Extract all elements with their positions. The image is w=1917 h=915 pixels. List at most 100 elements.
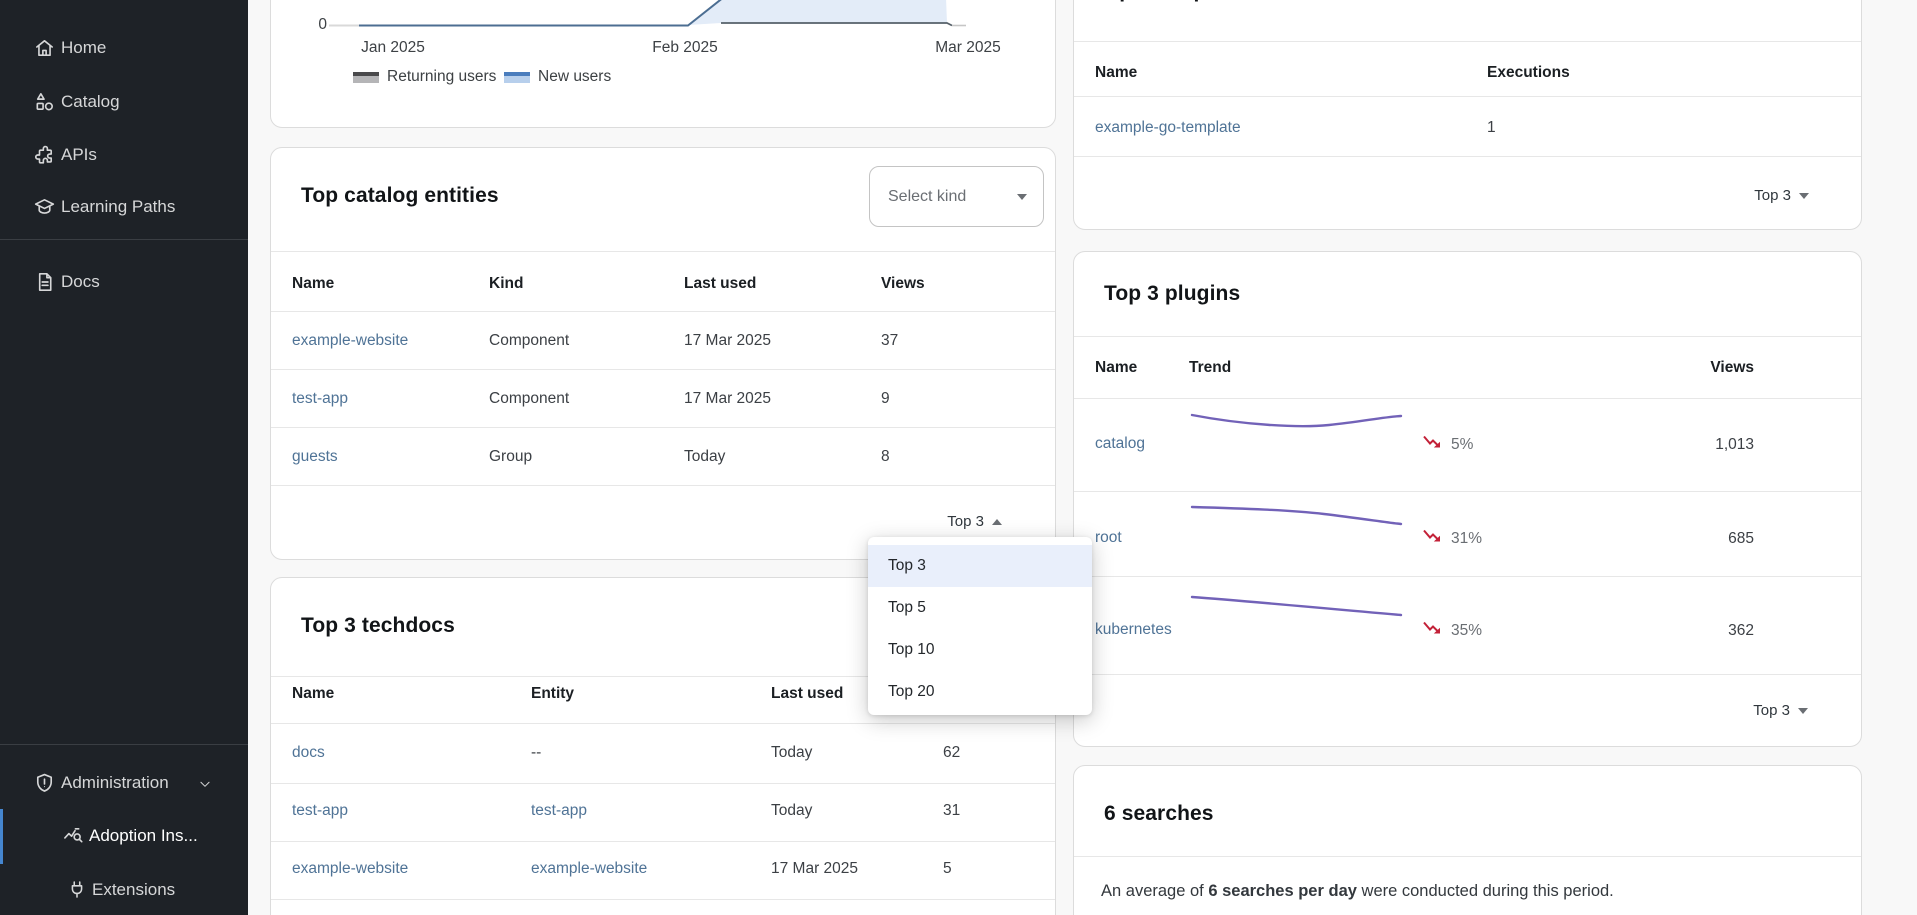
techdoc-views: 5 xyxy=(943,860,952,878)
x-axis-tick: Jan 2025 xyxy=(361,39,425,57)
template-name-link[interactable]: example-go-template xyxy=(1095,119,1241,137)
summary-suffix: were conducted during this period. xyxy=(1357,882,1614,900)
shield-icon xyxy=(33,772,56,795)
menu-item-top-3[interactable]: Top 3 xyxy=(868,545,1092,587)
searches-summary-text: An average of 6 searches per day were co… xyxy=(1101,882,1614,901)
techdoc-views: 31 xyxy=(943,802,960,820)
techdoc-name-link[interactable]: test-app xyxy=(292,802,348,820)
menu-item-top-20[interactable]: Top 20 xyxy=(868,671,1092,713)
select-kind-dropdown[interactable]: Select kind xyxy=(869,166,1044,227)
sidebar-item-label: Docs xyxy=(61,272,100,292)
sidebar-item-extensions[interactable]: Extensions xyxy=(0,866,248,914)
techdoc-entity-link[interactable]: test-app xyxy=(531,802,587,820)
entity-views: 9 xyxy=(881,390,890,408)
card-title: Top 3 templates xyxy=(1095,0,1255,3)
insights-icon xyxy=(62,825,85,848)
techdoc-entity-link[interactable]: example-website xyxy=(531,860,647,878)
trending-down-icon xyxy=(1422,527,1442,545)
techdoc-last-used: Today xyxy=(771,744,812,762)
sidebar-item-catalog[interactable]: Catalog xyxy=(0,78,248,126)
sidebar-item-docs[interactable]: Docs xyxy=(0,258,248,306)
sidebar-item-label: Home xyxy=(61,38,106,58)
caret-down-icon xyxy=(1017,194,1027,200)
top-n-select-value: Top 3 xyxy=(947,513,984,530)
card-title: Top 3 techdocs xyxy=(301,614,455,638)
techdoc-views: 62 xyxy=(943,744,960,762)
sidebar-item-label: Administration xyxy=(61,773,169,793)
techdoc-last-used: 17 Mar 2025 xyxy=(771,860,858,878)
y-axis-tick: 0 xyxy=(299,16,327,34)
techdoc-entity: -- xyxy=(531,744,541,762)
card-title: Top 3 plugins xyxy=(1104,282,1240,306)
trend-sparkline xyxy=(1189,588,1404,628)
card-title: 6 searches xyxy=(1104,802,1214,826)
column-header-trend: Trend xyxy=(1189,359,1231,377)
sidebar-item-adoption-insights[interactable]: Adoption Ins... xyxy=(0,812,248,860)
active-users-chart-card: 0 Jan 2025 Feb 2025 Mar 2025 Returning u… xyxy=(270,0,1056,128)
techdoc-last-used: Today xyxy=(771,802,812,820)
trend-sparkline xyxy=(1189,402,1404,442)
sidebar-item-label: APIs xyxy=(61,145,97,165)
plugin-name-link[interactable]: kubernetes xyxy=(1095,621,1172,639)
docs-icon xyxy=(33,271,56,294)
legend-label: New users xyxy=(538,68,611,86)
caret-down-icon xyxy=(1798,708,1808,714)
sidebar-item-apis[interactable]: APIs xyxy=(0,131,248,179)
plugin-views: 362 xyxy=(1728,622,1754,640)
caret-up-icon xyxy=(992,519,1002,525)
entity-name-link[interactable]: guests xyxy=(292,448,338,466)
top-n-select[interactable]: Top 3 xyxy=(1753,702,1808,719)
trend-delta: 5% xyxy=(1451,436,1473,454)
sidebar-divider xyxy=(0,744,248,745)
sidebar-item-home[interactable]: Home xyxy=(0,24,248,72)
x-axis-tick: Mar 2025 xyxy=(935,39,1000,57)
column-header-views: Views xyxy=(1710,359,1754,377)
sidebar-item-label: Catalog xyxy=(61,92,120,112)
trending-down-icon xyxy=(1422,619,1442,637)
column-header-executions: Executions xyxy=(1487,64,1570,82)
column-header-views: Views xyxy=(881,275,925,293)
column-header-entity: Entity xyxy=(531,685,574,703)
plugin-name-link[interactable]: root xyxy=(1095,529,1122,547)
techdoc-name-link[interactable]: example-website xyxy=(292,860,408,878)
trend-delta: 31% xyxy=(1451,530,1482,548)
home-icon xyxy=(33,37,56,60)
sidebar-item-administration[interactable]: Administration xyxy=(0,759,248,807)
sidebar-item-label: Adoption Ins... xyxy=(89,826,198,846)
plugin-views: 1,013 xyxy=(1715,436,1754,454)
apis-icon xyxy=(33,144,56,167)
legend-new-users: New users xyxy=(504,68,611,86)
column-header-last-used: Last used xyxy=(771,685,843,703)
card-title: Top catalog entities xyxy=(301,184,499,208)
caret-down-icon xyxy=(1799,193,1809,199)
entity-last-used: 17 Mar 2025 xyxy=(684,332,771,350)
entity-name-link[interactable]: test-app xyxy=(292,390,348,408)
active-users-area-chart xyxy=(271,0,1057,27)
plug-icon xyxy=(66,879,89,902)
entity-kind: Group xyxy=(489,448,532,466)
top-n-select[interactable]: Top 3 xyxy=(947,513,1002,530)
top-templates-card: Top 3 templates Name Executions example-… xyxy=(1073,0,1862,230)
trend-sparkline xyxy=(1189,496,1404,536)
entity-views: 37 xyxy=(881,332,898,350)
top-n-select[interactable]: Top 3 xyxy=(1754,187,1809,204)
top-catalog-entities-card: Top catalog entities Select kind Name Ki… xyxy=(270,147,1056,560)
searches-card: 6 searches An average of 6 searches per … xyxy=(1073,765,1862,915)
entity-name-link[interactable]: example-website xyxy=(292,332,408,350)
sidebar-item-learning-paths[interactable]: Learning Paths xyxy=(0,183,248,231)
summary-prefix: An average of xyxy=(1101,882,1208,900)
top-n-select-value: Top 3 xyxy=(1753,702,1790,719)
sidebar-item-label: Extensions xyxy=(92,880,175,900)
returning-users-swatch-icon xyxy=(353,72,379,83)
column-header-name: Name xyxy=(1095,64,1137,82)
legend-label: Returning users xyxy=(387,68,496,86)
techdoc-name-link[interactable]: docs xyxy=(292,744,325,762)
menu-item-top-5[interactable]: Top 5 xyxy=(868,587,1092,629)
sidebar-divider xyxy=(0,239,248,240)
menu-item-top-10[interactable]: Top 10 xyxy=(868,629,1092,671)
plugin-name-link[interactable]: catalog xyxy=(1095,435,1145,453)
column-header-name: Name xyxy=(292,685,334,703)
column-header-name: Name xyxy=(1095,359,1137,377)
plugin-views: 685 xyxy=(1728,530,1754,548)
adoption-insights-page: Home Catalog APIs Learning Paths Docs xyxy=(0,0,1917,915)
